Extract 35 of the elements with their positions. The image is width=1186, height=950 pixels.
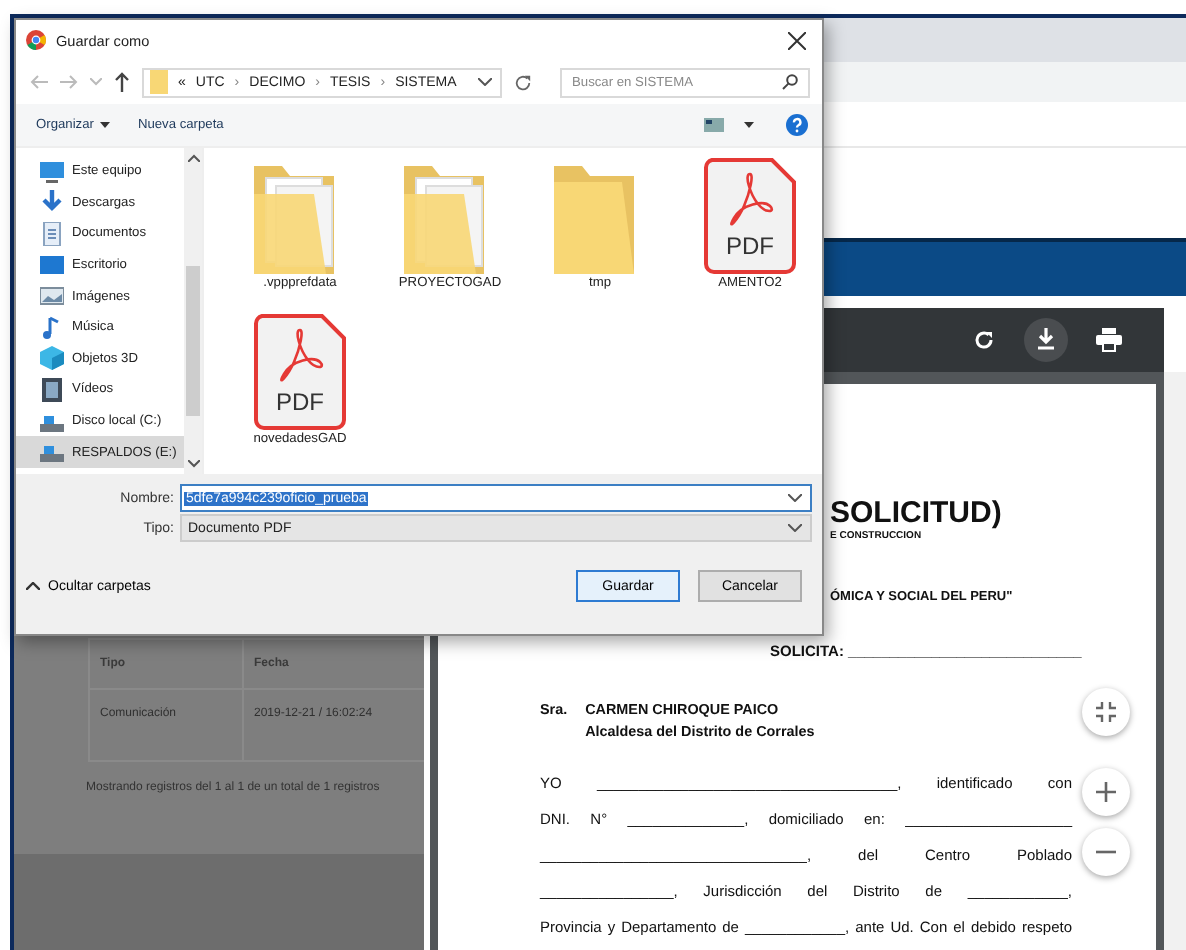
scroll-up-icon[interactable] [187, 154, 199, 162]
pdf-file-icon: PDF [704, 158, 796, 274]
view-icon[interactable] [704, 118, 724, 132]
dropdown-icon [788, 494, 802, 502]
caret-icon[interactable] [744, 122, 754, 128]
refresh-icon[interactable] [514, 73, 532, 91]
close-icon[interactable] [788, 31, 806, 49]
folder-icon [150, 70, 168, 94]
pdf-file-icon: PDF [254, 314, 346, 430]
download-icon [40, 190, 64, 215]
computer-icon [40, 159, 64, 184]
images-icon [40, 284, 64, 309]
document-icon [40, 221, 64, 246]
rotate-icon[interactable] [972, 328, 996, 352]
print-icon[interactable] [1096, 328, 1122, 352]
video-icon [40, 377, 64, 402]
music-icon [40, 315, 64, 340]
search-icon [782, 74, 798, 90]
scrollbar[interactable] [184, 148, 202, 474]
plus-icon [1096, 782, 1116, 802]
collapse-icon [1096, 702, 1116, 722]
drive-icon [40, 440, 64, 465]
up-arrow-icon[interactable] [114, 72, 130, 92]
dropdown-icon[interactable] [478, 78, 492, 86]
document-heading: SOLICITUD) [830, 496, 1004, 530]
dropdown-icon [788, 524, 802, 532]
app-icon [26, 30, 46, 50]
caret-icon [99, 122, 110, 128]
scroll-down-icon[interactable] [187, 460, 199, 468]
help-icon[interactable] [786, 114, 808, 136]
chevron-up-icon [26, 582, 40, 590]
cube-icon [40, 346, 64, 371]
scrollbar[interactable] [1164, 372, 1186, 950]
download-icon[interactable] [1024, 318, 1068, 362]
desktop-icon [40, 253, 64, 278]
